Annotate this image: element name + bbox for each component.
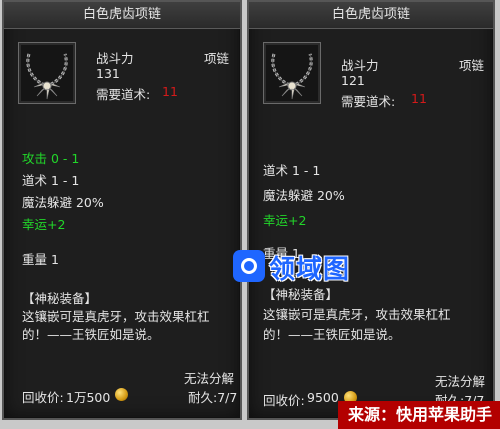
magic-evade-stat: 魔法躲避 20% [22,195,104,210]
tooltip-title: 白色虎齿项链 [249,2,493,29]
requirement-value: 11 [411,91,427,106]
recycle-label: 回收价: [22,390,64,405]
gold-coin-icon [115,388,128,401]
combat-power-label: 战斗力 [96,51,134,66]
no-dismantle-label: 无法分解 [184,371,235,386]
item-type: 项链 [204,51,230,66]
tiger-tooth-necklace-icon [26,53,68,100]
combat-power-value: 131 [96,66,120,81]
requirement-label: 需要道术: [96,87,151,102]
luck-stat: 幸运+2 [22,217,66,232]
requirement-value: 11 [162,84,178,99]
item-tooltip-right: 白色虎齿项链 战斗力 项链 121 需要道术: 11 道术 1 - 1 魔法躲避… [247,0,495,420]
item-tooltip-left: 白色虎齿项链 战斗力 项链 131 需要道术: 11 攻击 0 - 1 道术 1… [2,0,242,420]
description-line-1: 这镶嵌可是真虎牙，攻击效果杠杠 [22,309,210,324]
item-slot[interactable] [263,42,321,104]
description-line-2: 的！——王铁匠如是说。 [22,327,160,342]
recycle-value: 9500 [307,390,339,405]
tiger-tooth-necklace-icon [271,53,313,100]
description-line-1: 这镶嵌可是真虎牙，攻击效果杠杠 [263,307,451,322]
description-line-2: 的！——王铁匠如是说。 [263,327,401,342]
watermark-logo-text: 领域图 [269,255,351,285]
combat-power-value: 121 [341,73,365,88]
no-dismantle-label: 无法分解 [435,374,486,389]
mystery-tag: 【神秘装备】 [22,291,98,306]
durability: 耐久:7/7 [188,390,238,405]
attack-stat: 攻击 0 - 1 [22,151,80,166]
watermark-logo-icon [233,250,265,282]
tooltip-title: 白色虎齿项链 [4,2,240,29]
source-caption: 来源：快用苹果助手 [337,401,500,429]
taoism-stat: 道术 1 - 1 [263,163,321,178]
item-slot[interactable] [18,42,76,104]
recycle-label: 回收价: [263,393,305,408]
taoism-stat: 道术 1 - 1 [22,173,80,188]
combat-power-label: 战斗力 [341,58,379,73]
mystery-tag: 【神秘装备】 [263,287,339,302]
weight-stat: 重量 1 [22,252,59,267]
item-type: 项链 [459,58,485,73]
recycle-value: 1万500 [66,390,111,405]
watermark-logo: 领域图 [233,250,383,285]
requirement-label: 需要道术: [341,94,396,109]
luck-stat: 幸运+2 [263,213,307,228]
magic-evade-stat: 魔法躲避 20% [263,188,345,203]
